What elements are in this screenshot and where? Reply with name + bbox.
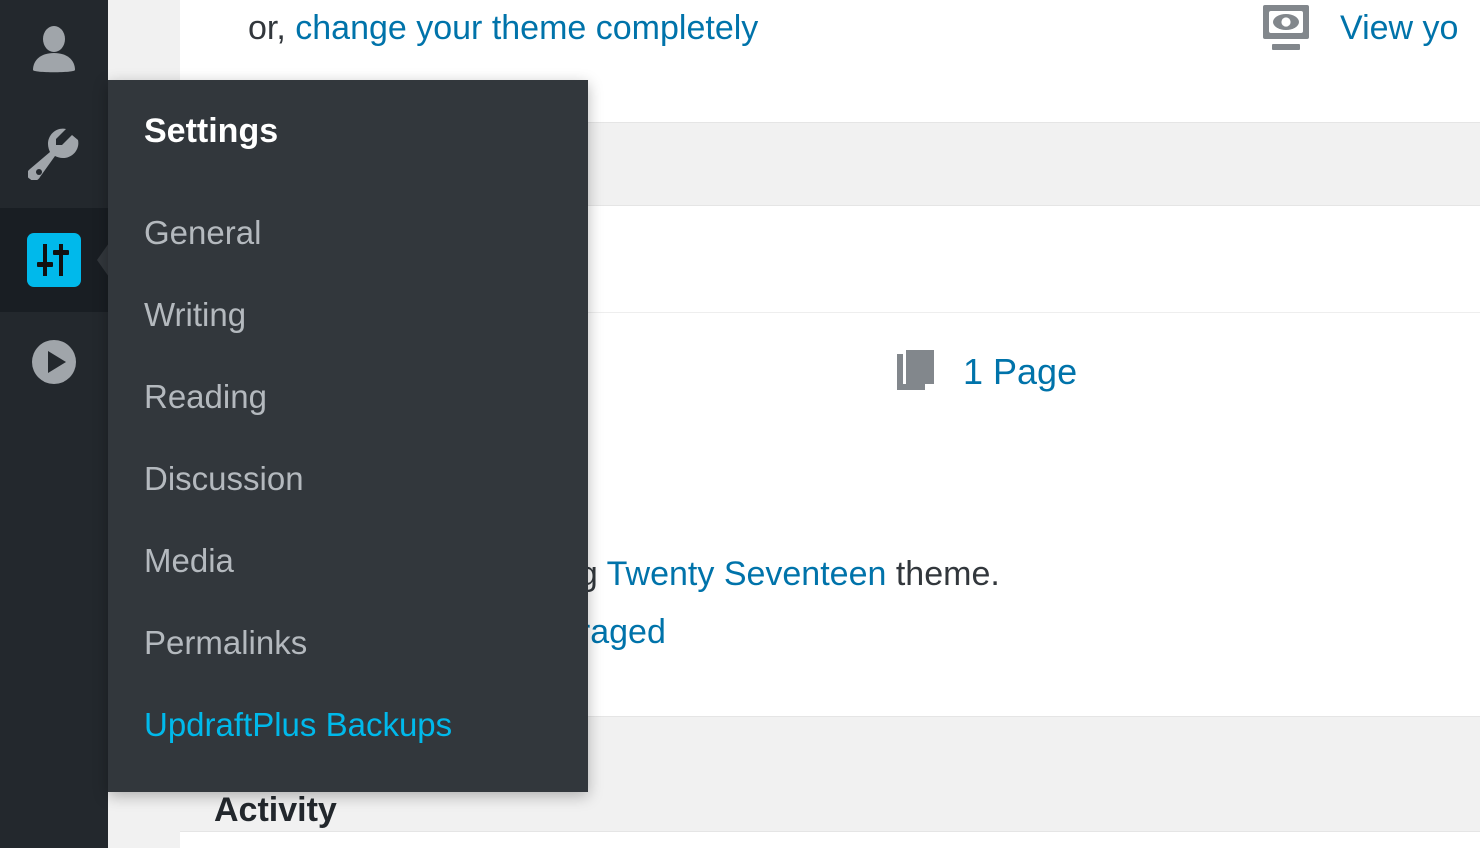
admin-sidebar bbox=[0, 0, 108, 848]
view-site-label: View yo bbox=[1340, 0, 1458, 56]
sidebar-item-collapse-menu[interactable] bbox=[0, 312, 108, 416]
twenty-seventeen-theme-link[interactable]: Twenty Seventeen bbox=[607, 555, 887, 593]
change-theme-link[interactable]: change your theme completely bbox=[295, 9, 758, 47]
sidebar-item-users[interactable] bbox=[0, 0, 108, 104]
user-icon bbox=[30, 25, 78, 80]
flyout-item-permalinks[interactable]: Permalinks bbox=[108, 602, 588, 684]
settings-flyout-menu: Settings General Writing Reading Discuss… bbox=[108, 80, 588, 792]
page-count-item[interactable]: 1 Page bbox=[895, 348, 1077, 396]
flyout-item-general[interactable]: General bbox=[108, 192, 588, 274]
settings-sliders-icon bbox=[27, 233, 81, 287]
flyout-item-reading[interactable]: Reading bbox=[108, 356, 588, 438]
visibility-monitor-eye-icon bbox=[1260, 5, 1316, 51]
flyout-item-discussion[interactable]: Discussion bbox=[108, 438, 588, 520]
flyout-title: Settings bbox=[144, 112, 278, 151]
sidebar-item-settings[interactable] bbox=[0, 208, 108, 312]
activity-heading: Activity bbox=[214, 786, 337, 834]
flyout-item-updraftplus-backups[interactable]: UpdraftPlus Backups bbox=[108, 684, 588, 766]
theme-sentence: ng Twenty Seventeen theme. bbox=[560, 545, 1000, 603]
theme-prompt: or, change your theme completely bbox=[248, 0, 758, 56]
stacked-pages-icon bbox=[895, 348, 941, 396]
wordpress-admin-screen: or, change your theme completely View yo bbox=[0, 0, 1480, 848]
theme-prompt-prefix: or, bbox=[248, 9, 295, 47]
flyout-item-writing[interactable]: Writing bbox=[108, 274, 588, 356]
flyout-item-list: General Writing Reading Discussion Media… bbox=[108, 192, 588, 766]
view-site-link[interactable]: View yo bbox=[1260, 0, 1458, 56]
page-count-label: 1 Page bbox=[963, 351, 1077, 393]
sidebar-item-tools[interactable] bbox=[0, 104, 108, 208]
theme-sentence-suffix: theme. bbox=[886, 555, 999, 593]
flyout-item-media[interactable]: Media bbox=[108, 520, 588, 602]
wrench-icon bbox=[28, 128, 80, 185]
play-circle-icon bbox=[29, 337, 79, 392]
